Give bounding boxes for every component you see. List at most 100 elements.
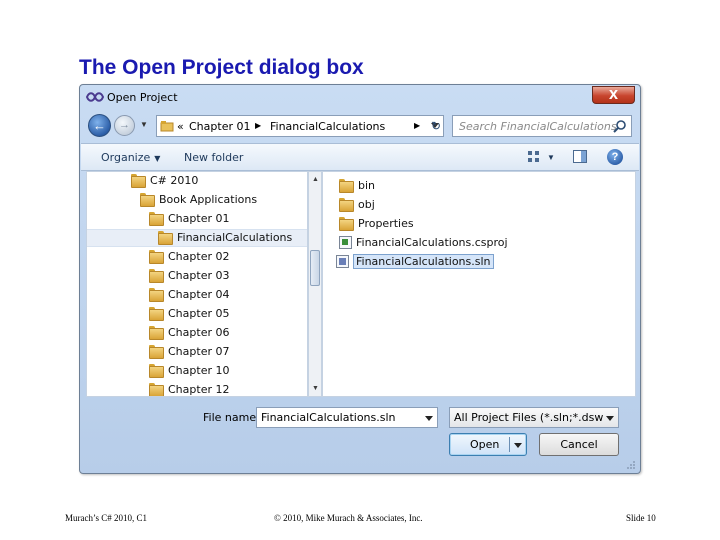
tree-item-chapter-02[interactable]: Chapter 02	[149, 248, 229, 266]
footer-left: Murach’s C# 2010, C1	[65, 513, 147, 523]
file-item-csproj[interactable]: FinancialCalculations.csproj	[339, 234, 508, 252]
file-item-properties[interactable]: Properties	[339, 215, 414, 233]
breadcrumb-arrow-icon[interactable]: ▶	[414, 121, 420, 130]
file-type-select[interactable]: All Project Files (*.sln;*.dsw;*.vc	[449, 407, 619, 428]
tree-item-label: Chapter 04	[168, 288, 230, 301]
navigation-tree[interactable]: C# 2010 Book Applications Chapter 01 Fin…	[86, 171, 308, 397]
open-button-label: Open	[470, 438, 500, 451]
preview-pane-icon[interactable]	[573, 150, 587, 163]
file-name-value: FinancialCalculations.sln	[261, 411, 396, 424]
folder-icon	[149, 326, 164, 340]
tree-item-chapter-12[interactable]: Chapter 12	[149, 381, 230, 396]
file-item-label: bin	[358, 179, 376, 192]
file-item-label: obj	[358, 198, 375, 211]
visual-studio-icon	[86, 92, 104, 102]
folder-icon	[149, 364, 164, 378]
scroll-up-icon[interactable]: ▲	[311, 175, 320, 184]
address-bar[interactable]: « Chapter 01 ▶ FinancialCalculations ▶	[156, 115, 444, 137]
tree-item-c-sharp-2010[interactable]: C# 2010	[131, 172, 198, 190]
file-item-bin[interactable]: bin	[339, 177, 375, 195]
folder-icon	[339, 198, 354, 212]
file-item-label: FinancialCalculations.sln	[353, 254, 494, 269]
slide-title: The Open Project dialog box	[79, 56, 364, 79]
organize-label: Organize	[101, 151, 151, 164]
folder-icon	[149, 269, 164, 283]
tree-item-book-applications[interactable]: Book Applications	[140, 191, 257, 209]
csharp-project-icon	[339, 235, 352, 249]
tree-item-chapter-05[interactable]: Chapter 05	[149, 305, 229, 323]
folder-icon	[149, 250, 164, 264]
file-item-obj[interactable]: obj	[339, 196, 375, 214]
tree-item-label: Chapter 06	[168, 326, 230, 339]
tree-item-label: Chapter 01	[168, 212, 230, 225]
tree-item-label: Chapter 07	[168, 345, 230, 358]
command-toolbar: Organize ▼ New folder ▼ ?	[81, 143, 639, 171]
tree-item-financialcalculations[interactable]: FinancialCalculations	[87, 229, 307, 247]
breadcrumb-arrow-icon[interactable]: ▶	[255, 121, 261, 130]
tree-item-label: C# 2010	[150, 174, 199, 187]
tree-item-label: Chapter 05	[168, 307, 230, 320]
chevron-down-icon[interactable]	[425, 416, 433, 421]
organize-menu[interactable]: Organize ▼	[101, 151, 160, 164]
tree-item-label: Chapter 10	[168, 364, 230, 377]
tree-item-chapter-01[interactable]: Chapter 01	[149, 210, 229, 228]
close-button[interactable]: X	[592, 86, 635, 104]
scrollbar-thumb[interactable]	[310, 250, 320, 286]
file-name-input[interactable]: FinancialCalculations.sln	[256, 407, 438, 428]
new-folder-button[interactable]: New folder	[184, 151, 243, 164]
search-placeholder: Search FinancialCalculations	[459, 120, 617, 133]
folder-icon	[131, 174, 146, 188]
breadcrumb-financialcalculations[interactable]: FinancialCalculations	[270, 120, 385, 133]
file-item-sln[interactable]: FinancialCalculations.sln	[336, 253, 494, 271]
refresh-icon[interactable]: ↻	[424, 115, 448, 137]
file-item-label: Properties	[358, 217, 414, 230]
change-view-icon[interactable]	[527, 150, 543, 164]
tree-item-chapter-03[interactable]: Chapter 03	[149, 267, 229, 285]
tree-item-label: Book Applications	[159, 193, 258, 206]
file-name-label: File name:	[203, 411, 260, 424]
folder-icon	[339, 179, 354, 193]
breadcrumb-chapter01[interactable]: Chapter 01	[189, 120, 250, 133]
resize-grip-icon[interactable]	[626, 460, 636, 470]
file-type-value: All Project Files (*.sln;*.dsw;*.vc	[454, 411, 604, 424]
open-button[interactable]: Open	[449, 433, 527, 456]
scroll-down-icon[interactable]: ▼	[311, 384, 320, 393]
solution-file-icon	[336, 254, 349, 268]
chevron-down-icon: ▼	[154, 154, 161, 163]
footer-center: © 2010, Mike Murach & Associates, Inc.	[274, 513, 423, 523]
address-overflow[interactable]: «	[177, 120, 184, 133]
dialog-titlebar[interactable]: Open Project X	[80, 85, 640, 111]
tree-item-label: Chapter 02	[168, 250, 230, 263]
tree-item-label: FinancialCalculations	[177, 231, 293, 244]
folder-icon	[149, 288, 164, 302]
search-input[interactable]: Search FinancialCalculations	[452, 115, 632, 137]
folder-icon	[149, 383, 164, 396]
back-button[interactable]: ←	[88, 114, 111, 137]
folder-icon	[149, 307, 164, 321]
view-options-chevron-icon[interactable]: ▼	[547, 153, 555, 162]
tree-item-chapter-06[interactable]: Chapter 06	[149, 324, 229, 342]
file-item-label: FinancialCalculations.csproj	[356, 236, 508, 249]
split-divider	[509, 437, 510, 452]
tree-item-chapter-04[interactable]: Chapter 04	[149, 286, 229, 304]
recent-locations-chevron-icon[interactable]: ▼	[138, 119, 150, 131]
cancel-button[interactable]: Cancel	[539, 433, 619, 456]
chevron-down-icon[interactable]	[606, 416, 614, 421]
folder-icon	[158, 231, 173, 245]
tree-scrollbar[interactable]: ▲ ▼	[308, 171, 322, 397]
tree-item-chapter-07[interactable]: Chapter 07	[149, 343, 229, 361]
folder-icon	[160, 121, 174, 132]
tree-item-label: Chapter 12	[168, 383, 230, 396]
search-icon[interactable]	[613, 119, 627, 133]
folder-icon	[140, 193, 155, 207]
folder-icon	[339, 217, 354, 231]
footer-right: Slide 10	[626, 513, 656, 523]
help-icon[interactable]: ?	[607, 149, 623, 165]
tree-item-chapter-10[interactable]: Chapter 10	[149, 362, 229, 380]
open-project-dialog: Open Project X ← → ▼ « Chapter 01 ▶ Fina…	[79, 84, 641, 474]
forward-button[interactable]: →	[114, 115, 135, 136]
open-options-chevron-icon[interactable]	[514, 443, 522, 448]
dialog-title: Open Project	[107, 91, 178, 104]
folder-icon	[149, 345, 164, 359]
file-list[interactable]: bin obj Properties FinancialCalculations…	[322, 171, 636, 397]
